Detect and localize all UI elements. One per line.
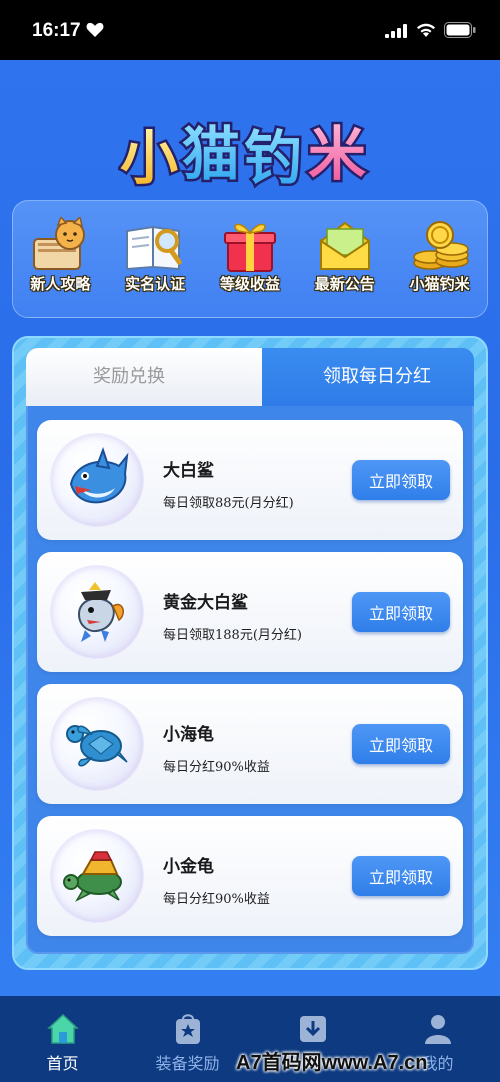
nav-label: 装备奖励 — [155, 1054, 220, 1073]
shortcut-label: 小猫钓米 — [409, 275, 470, 293]
card-bubble — [51, 698, 143, 790]
wifi-icon — [417, 23, 435, 37]
claim-button[interactable]: 立即领取 — [352, 592, 450, 632]
user-icon — [424, 1015, 451, 1044]
app-logo: 小 猫 钓 米 — [118, 118, 369, 195]
app-screen: 小 猫 钓 米 新人攻略 实名认证 等级收益 最新公告 小猫钓米 奖励兑换 领取… — [0, 60, 500, 1082]
golden-turtle-icon — [63, 851, 122, 902]
card-title: 黄金大白鲨 — [163, 593, 248, 613]
sea-turtle-icon — [66, 725, 128, 767]
home-icon — [46, 1013, 79, 1044]
envelope-icon — [319, 221, 370, 270]
svg-text:猫: 猫 — [182, 120, 240, 188]
card-description: 每日领取188元(月分红) — [163, 628, 302, 643]
claim-button[interactable]: 立即领取 — [352, 460, 450, 500]
card-title: 小海龟 — [163, 725, 214, 745]
svg-text:小: 小 — [120, 124, 178, 192]
battery-icon — [444, 22, 476, 38]
nav-home[interactable]: 首页 — [3, 1012, 123, 1074]
status-time: 16:17 — [32, 20, 81, 41]
card-description: 每日分红90%收益 — [163, 892, 270, 907]
claim-button[interactable]: 立即领取 — [352, 856, 450, 896]
card-description: 每日领取88元(月分红) — [163, 496, 294, 511]
tab-reward-exchange[interactable]: 奖励兑换 — [26, 348, 292, 406]
claim-button[interactable]: 立即领取 — [352, 724, 450, 764]
dividend-card: 小金龟 每日分红90%收益 立即领取 — [37, 816, 463, 936]
card-bubble — [51, 830, 143, 922]
gift-bag-icon — [175, 1014, 200, 1044]
nav-equipment-rewards[interactable]: 装备奖励 — [128, 1012, 248, 1074]
heart-icon — [86, 22, 104, 37]
status-bar: 16:17 — [0, 0, 500, 60]
tab-bar: 奖励兑换 领取每日分红 — [26, 348, 474, 406]
nav-download[interactable] — [253, 1012, 373, 1050]
book-magnifier-icon — [126, 225, 183, 271]
gold-coins-icon — [412, 221, 469, 270]
card-bubble — [51, 566, 143, 658]
golden-shark-icon — [77, 582, 124, 642]
dividend-panel: 奖励兑换 领取每日分红 大白鲨 每日领取88元(月分红) 立即领取 黄金大白鲨 … — [12, 336, 488, 970]
tab-daily-dividend[interactable]: 领取每日分红 — [262, 348, 474, 406]
svg-text:钓: 钓 — [244, 124, 302, 192]
shortcut-label: 新人攻略 — [30, 275, 91, 293]
signal-icon — [385, 24, 407, 38]
card-description: 每日分红90%收益 — [163, 760, 270, 775]
shortcut-real-name-verification[interactable]: 实名认证 — [111, 217, 199, 294]
card-bubble — [51, 434, 143, 526]
card-title: 小金龟 — [163, 857, 214, 877]
watermark: A7首码网www.A7.cn — [236, 1052, 428, 1074]
shortcut-latest-announcements[interactable]: 最新公告 — [301, 217, 389, 294]
shark-icon — [69, 447, 129, 504]
dividend-card: 黄金大白鲨 每日领取188元(月分红) 立即领取 — [37, 552, 463, 672]
shortcut-xiaomao-fishing[interactable]: 小猫钓米 — [396, 217, 484, 294]
download-icon — [299, 1016, 326, 1042]
dividend-card: 小海龟 每日分红90%收益 立即领取 — [37, 684, 463, 804]
shortcut-panel: 新人攻略 实名认证 等级收益 最新公告 小猫钓米 — [12, 200, 488, 318]
shortcut-label: 最新公告 — [314, 275, 375, 293]
svg-text:米: 米 — [308, 120, 366, 188]
dividend-card: 大白鲨 每日领取88元(月分红) 立即领取 — [37, 420, 463, 540]
cat-scroll-icon — [33, 217, 86, 270]
shortcut-label: 等级收益 — [219, 275, 280, 293]
dividend-panel-inner: 奖励兑换 领取每日分红 大白鲨 每日领取88元(月分红) 立即领取 黄金大白鲨 … — [26, 348, 474, 954]
shortcut-newbie-guide[interactable]: 新人攻略 — [16, 217, 104, 294]
nav-label: 首页 — [46, 1054, 79, 1073]
card-title: 大白鲨 — [163, 461, 214, 481]
gift-box-icon — [223, 223, 276, 272]
dividend-card-list: 大白鲨 每日领取88元(月分红) 立即领取 黄金大白鲨 每日领取188元(月分红… — [37, 420, 463, 948]
shortcut-label: 实名认证 — [125, 275, 186, 293]
shortcut-level-earnings[interactable]: 等级收益 — [206, 217, 294, 294]
